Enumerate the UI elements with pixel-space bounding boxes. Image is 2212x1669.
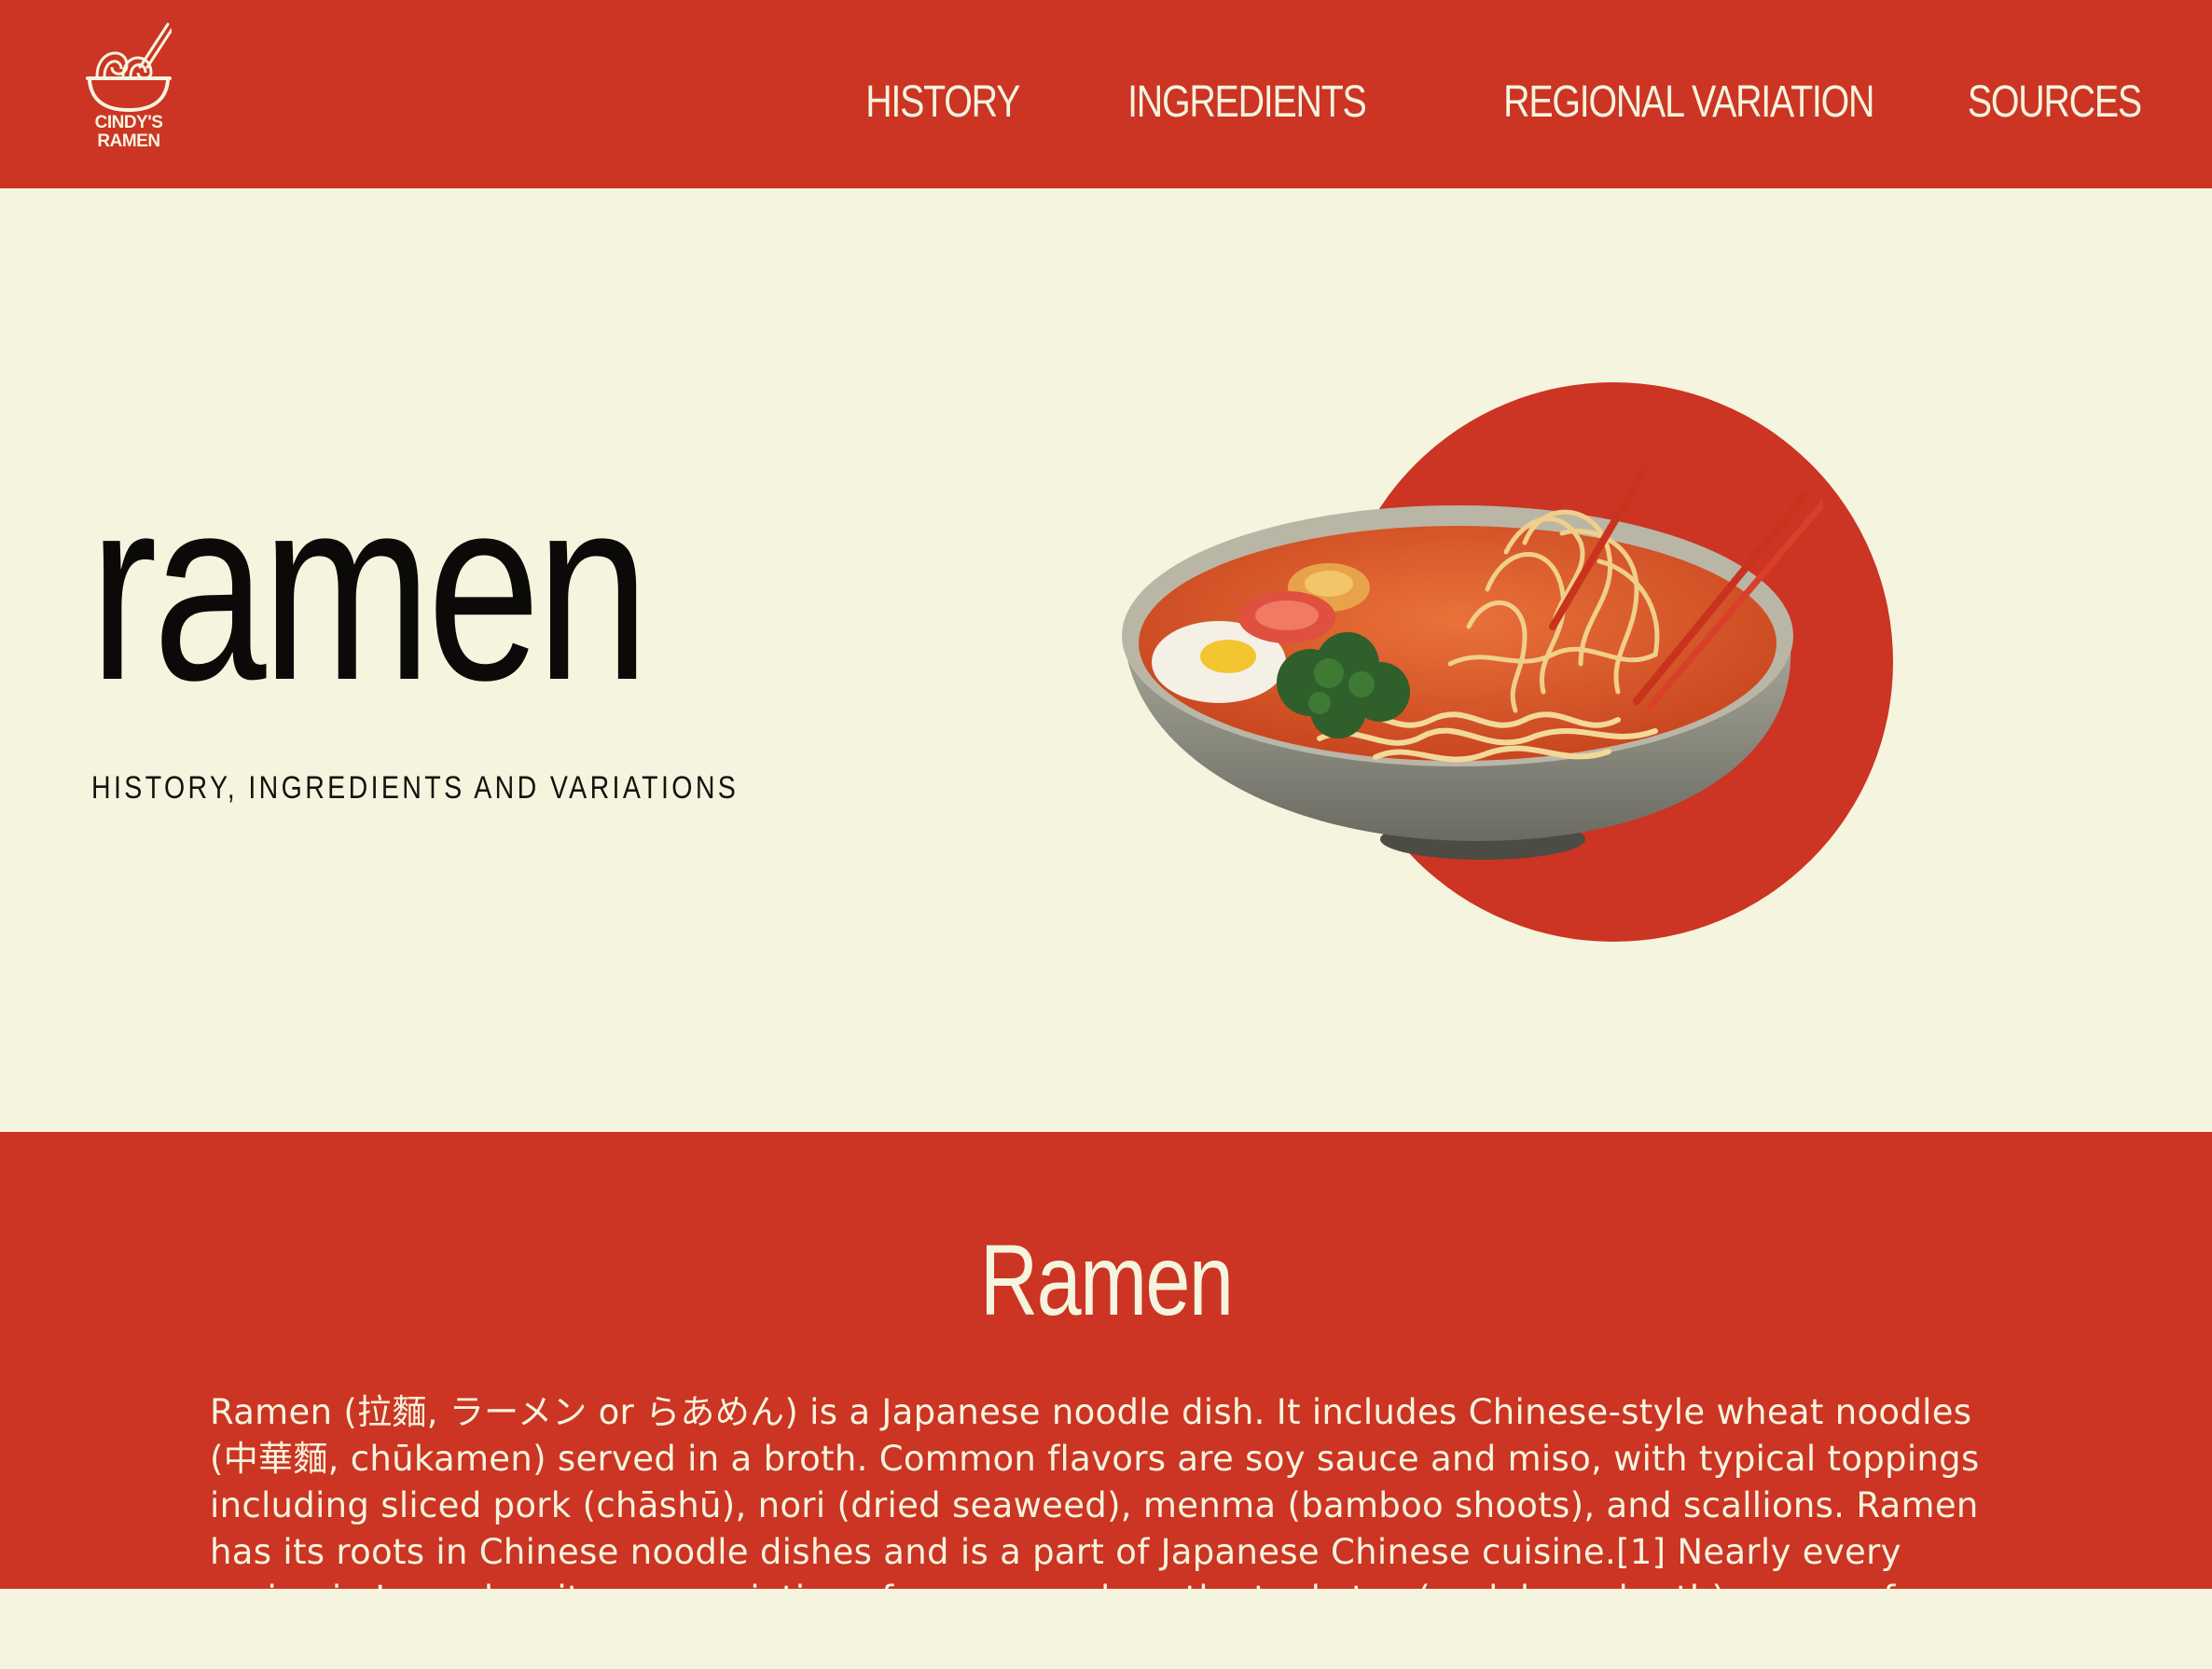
hero-subtitle: HISTORY, INGREDIENTS AND VARIATIONS [91, 770, 740, 806]
intro-paragraph: Ramen (拉麵, ラーメン or らあめん) is a Japanese n… [210, 1392, 1980, 1665]
nav-link-regional-variation[interactable]: REGIONAL VARIATION [1503, 76, 1874, 128]
main-nav: HISTORY INGREDIENTS REGIONAL VARIATION S… [832, 76, 2142, 128]
ramen-bowl-logo-icon [86, 22, 172, 113]
site-logo[interactable]: CINDY'S RAMEN [82, 21, 175, 160]
logo-line-1: CINDY'S [94, 113, 163, 132]
ramen-bowl-illustration [1122, 464, 1823, 860]
intro-section: Ramen Ramen (拉麵, ラーメン or らあめん) is a Japa… [0, 1132, 2212, 1665]
logo-line-2: RAMEN [97, 131, 160, 151]
site-header: CINDY'S RAMEN HISTORY INGREDIENTS REGION… [0, 0, 2212, 188]
section-title: Ramen [0, 1221, 2212, 1338]
hero-title: ramen [90, 444, 649, 735]
section-title-text: Ramen [979, 1223, 1234, 1336]
hero-section: ramen HISTORY, INGREDIENTS AND VARIATION… [0, 188, 2212, 1132]
logo-text: CINDY'S RAMEN [82, 114, 175, 151]
nav-link-history[interactable]: HISTORY [865, 76, 1020, 128]
nav-link-sources[interactable]: SOURCES [1968, 76, 2142, 128]
nav-link-ingredients[interactable]: INGREDIENTS [1127, 76, 1367, 128]
